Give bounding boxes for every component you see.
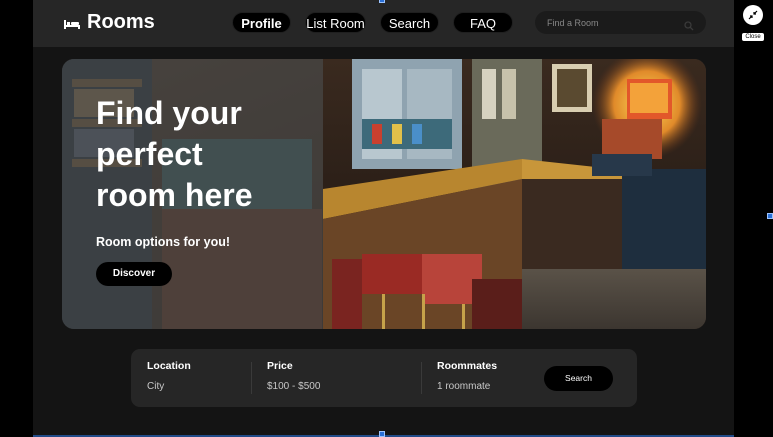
bed-icon xyxy=(64,17,80,29)
location-value: City xyxy=(147,381,165,392)
location-filter[interactable]: Location City xyxy=(147,360,191,392)
price-value: $100 - $500 xyxy=(267,381,321,392)
filter-divider xyxy=(251,362,252,394)
roommates-value: 1 roommate xyxy=(437,381,491,392)
nav-search[interactable]: Search xyxy=(380,12,439,33)
find-room-input[interactable] xyxy=(547,17,684,28)
roommates-filter[interactable]: Roommates 1 roommate xyxy=(437,360,497,392)
nav-links: Profile List Room Search FAQ xyxy=(232,12,513,33)
page: Rooms Profile List Room Search FAQ Find … xyxy=(33,0,734,437)
hero-title: Find your perfect room here xyxy=(96,95,253,213)
brand-name: Rooms xyxy=(87,11,155,33)
price-filter[interactable]: Price $100 - $500 xyxy=(267,360,320,392)
find-room-search xyxy=(535,11,706,34)
collapse-icon[interactable] xyxy=(743,5,763,25)
resize-handle-right[interactable] xyxy=(767,213,773,219)
roommates-label: Roommates xyxy=(437,360,498,372)
nav-faq[interactable]: FAQ xyxy=(453,12,513,33)
resize-handle-bottom[interactable] xyxy=(379,431,385,437)
hero-subtitle: Room options for you! xyxy=(96,235,231,249)
nav-list-room[interactable]: List Room xyxy=(305,12,366,33)
discover-button[interactable]: Discover xyxy=(96,262,172,286)
nav-profile[interactable]: Profile xyxy=(232,12,291,33)
location-label: Location xyxy=(147,360,191,372)
filter-bar: Location City Price $100 - $500 Roommate… xyxy=(131,349,637,407)
filter-divider xyxy=(421,362,422,394)
filter-search-button[interactable]: Search xyxy=(544,366,613,391)
search-icon[interactable] xyxy=(684,18,694,30)
close-widget[interactable]: Close xyxy=(741,5,765,43)
hero-banner: Find your perfect room here Room options… xyxy=(62,59,706,329)
resize-handle-top[interactable] xyxy=(379,0,385,3)
close-label: Close xyxy=(742,33,764,41)
price-label: Price xyxy=(267,360,293,372)
brand[interactable]: Rooms xyxy=(64,11,155,34)
navbar: Rooms Profile List Room Search FAQ xyxy=(33,0,734,47)
